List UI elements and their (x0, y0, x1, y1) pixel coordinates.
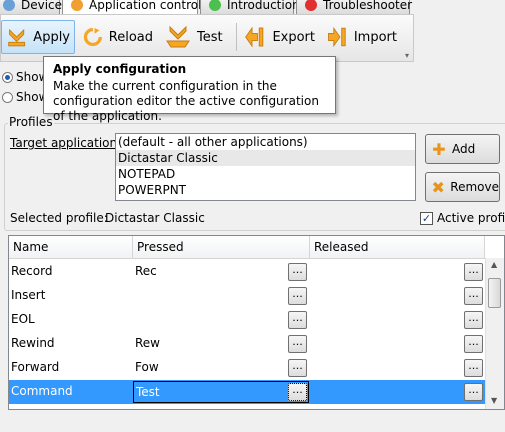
table-row-selected[interactable]: Command Test ... ... (9, 380, 485, 404)
row-name: Insert (11, 288, 46, 302)
tab-label: Troubleshooter (323, 0, 413, 12)
add-button[interactable]: ✚ Add (425, 134, 500, 164)
list-item[interactable]: (default - all other applications) (116, 134, 415, 150)
remove-label: Remove (450, 180, 499, 194)
export-icon (245, 26, 264, 48)
test-label: Test (197, 29, 223, 45)
table-row-partial[interactable] (9, 404, 485, 409)
pressed-ellipsis-button[interactable]: ... (288, 383, 307, 401)
tab-device[interactable]: Device (0, 0, 63, 14)
show-radio-1[interactable] (2, 72, 13, 83)
pressed-ellipsis-button[interactable]: ... (288, 359, 307, 377)
apply-label: Apply (33, 29, 70, 45)
target-application-label: Target application (10, 136, 118, 150)
apply-tooltip: Apply configuration Make the current con… (43, 56, 336, 123)
released-ellipsis-button[interactable]: ... (464, 287, 483, 305)
export-button[interactable]: Export (239, 20, 319, 54)
column-header-name[interactable]: Name (9, 236, 133, 258)
table-row[interactable]: EOL ... ... (9, 308, 485, 332)
export-label: Export (272, 29, 315, 45)
scroll-thumb[interactable] (488, 278, 501, 308)
list-item[interactable]: NOTEPAD (116, 166, 415, 182)
profiles-legend: Profiles (8, 115, 54, 129)
grid-header: Name Pressed Released (9, 236, 485, 259)
row-name: Record (11, 264, 53, 278)
plus-icon: ✚ (432, 139, 446, 159)
tab-introduction[interactable]: Introduction (200, 0, 300, 14)
apply-button[interactable]: Apply (1, 20, 75, 54)
key-mapping-grid: Name Pressed Released Record Rec ... ...… (8, 235, 505, 410)
pressed-ellipsis-button[interactable]: ... (288, 287, 307, 305)
row-name: Command (11, 384, 73, 398)
table-row[interactable]: Record Rec ... ... (9, 260, 485, 284)
grid-vertical-scrollbar[interactable]: ▲ ▼ (485, 258, 504, 409)
active-profile-label: Active profile (437, 211, 505, 225)
released-ellipsis-button[interactable]: ... (464, 311, 483, 329)
released-ellipsis-button[interactable]: ... (464, 263, 483, 281)
troubleshooter-icon (305, 0, 317, 11)
released-ellipsis-button[interactable]: ... (464, 383, 483, 401)
selected-profile-value: Dictastar Classic (105, 211, 205, 225)
pressed-ellipsis-button[interactable]: ... (288, 335, 307, 353)
column-header-pressed[interactable]: Pressed (133, 236, 310, 258)
test-icon (166, 25, 190, 48)
application-control-icon (71, 0, 83, 11)
tab-troubleshooter[interactable]: Troubleshooter (296, 0, 413, 14)
list-item[interactable]: POWERPNT (116, 182, 415, 198)
toolbar-separator (236, 23, 237, 51)
pressed-ellipsis-button[interactable]: ... (288, 263, 307, 281)
tab-label: Introduction (227, 0, 300, 12)
introduction-icon (209, 0, 221, 11)
scroll-down-icon[interactable]: ▼ (491, 396, 497, 405)
remove-icon: ✖ (431, 177, 445, 197)
table-row[interactable]: Forward Fow ... ... (9, 356, 485, 380)
active-profile-checkbox[interactable]: ✓ (420, 212, 433, 225)
list-item[interactable]: Dictastar Classic (116, 150, 415, 166)
row-pressed: Rew (135, 336, 160, 350)
tooltip-body: Make the current configuration in the co… (53, 79, 319, 123)
released-ellipsis-button[interactable]: ... (464, 335, 483, 353)
row-pressed: Test (136, 385, 160, 399)
apply-icon (8, 28, 26, 47)
tab-label: Device (21, 0, 63, 12)
show-radio-2[interactable] (2, 92, 13, 103)
row-pressed: Fow (135, 360, 159, 374)
row-name: Forward (11, 360, 60, 374)
table-row[interactable]: Rewind Rew ... ... (9, 332, 485, 356)
selected-profile-label: Selected profile: (10, 211, 108, 225)
row-name: Rewind (11, 336, 55, 350)
row-name: EOL (11, 312, 35, 326)
released-ellipsis-button[interactable]: ... (464, 359, 483, 377)
add-label: Add (452, 142, 476, 156)
reload-label: Reload (108, 29, 153, 45)
import-icon (328, 26, 346, 48)
tooltip-title: Apply configuration (53, 62, 187, 76)
pressed-ellipsis-button[interactable]: ... (288, 311, 307, 329)
tab-application-control[interactable]: Application control (62, 0, 202, 14)
reload-icon (83, 27, 102, 47)
target-application-list[interactable]: (default - all other applications) Dicta… (115, 133, 416, 201)
table-row[interactable]: Insert ... ... (9, 284, 485, 308)
toolbar: Apply Reload Test Export Import ▾ (0, 14, 414, 62)
column-header-released[interactable]: Released (310, 236, 485, 258)
import-label: Import (353, 29, 397, 45)
pressed-edit-cell[interactable]: Test (133, 381, 309, 403)
remove-button[interactable]: ✖ Remove (425, 172, 500, 202)
toolbar-overflow-icon[interactable]: ▾ (405, 51, 409, 60)
reload-button[interactable]: Reload (79, 20, 157, 54)
device-icon (3, 0, 15, 11)
tab-label: Application control (89, 0, 202, 12)
scroll-up-icon[interactable]: ▲ (491, 260, 497, 269)
import-button[interactable]: Import (321, 20, 401, 54)
row-pressed: Rec (135, 264, 157, 278)
test-button[interactable]: Test (161, 20, 231, 54)
